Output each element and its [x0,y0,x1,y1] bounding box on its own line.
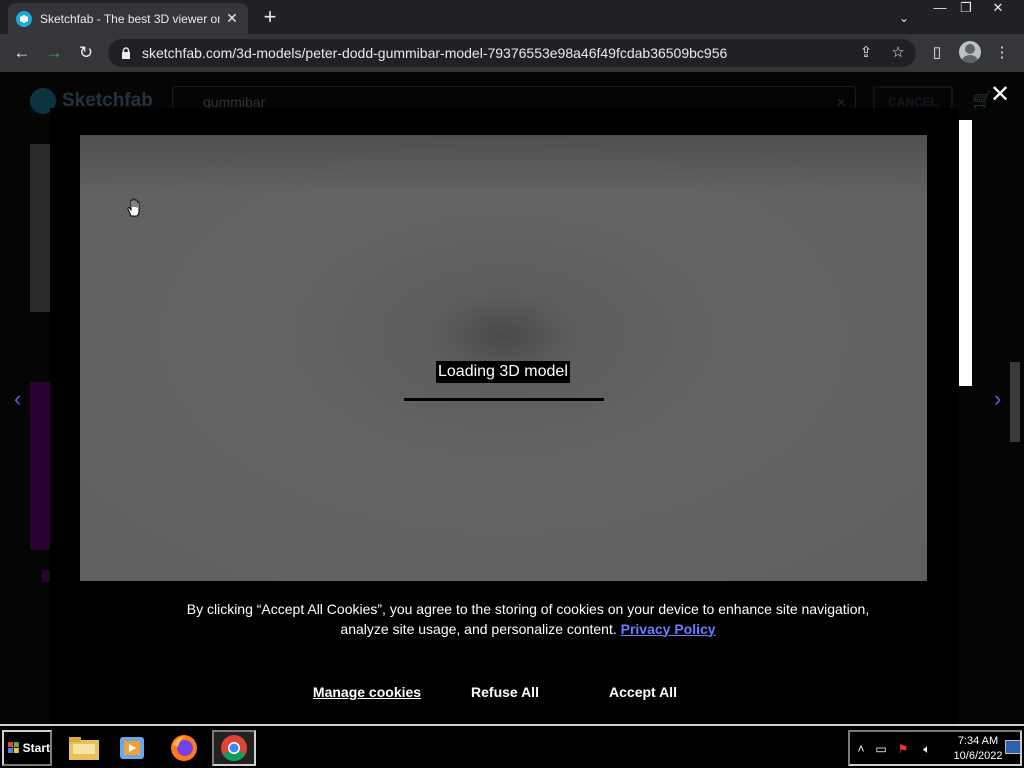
loading-label: Loading 3D model [436,361,570,383]
browser-menu-icon[interactable]: ⋮ [992,43,1012,63]
windows-logo-icon [8,742,19,753]
page-scrollbar[interactable] [1010,362,1020,442]
media-player-icon[interactable] [110,730,154,766]
modal-scrollbar[interactable] [959,120,972,386]
window-close-button[interactable]: ✕ [984,0,1012,18]
bookmark-star-icon[interactable]: ☆ [888,43,908,63]
start-button[interactable]: Start [2,730,52,766]
previous-model-icon[interactable]: ‹ [14,386,21,412]
viewer-gradient [80,135,927,195]
file-explorer-icon[interactable] [62,730,106,766]
loading-progress-bar [404,398,604,401]
browser-tab-strip: Sketchfab - The best 3D viewer on the we… [0,0,1024,34]
cookie-message-text: By clicking “Accept All Cookies”, you ag… [186,601,870,637]
thumbnail-strip [30,382,50,550]
address-bar[interactable]: sketchfab.com/3d-models/peter-dodd-gummi… [108,39,916,67]
system-tray: ˄ ▭ ⚑ 🔈︎ 7:34 AM 10/6/2022 [848,730,1022,766]
clock[interactable]: 7:34 AM 10/6/2022 [950,734,1006,764]
clock-date: 10/6/2022 [953,750,1003,762]
close-viewer-icon[interactable]: ✕ [989,83,1011,107]
refuse-all-button[interactable]: Refuse All [464,682,546,702]
forward-icon[interactable]: → [42,41,66,65]
browser-tab[interactable]: Sketchfab - The best 3D viewer on the we… [8,3,248,34]
tab-close-icon[interactable]: ✕ [224,10,240,27]
network-icon[interactable]: ▭ [874,742,888,756]
thumbnail-strip [30,144,50,312]
url-text: sketchfab.com/3d-models/peter-dodd-gummi… [142,45,728,61]
window-restore-button[interactable]: ❐ [952,0,980,18]
sketchfab-favicon-icon [16,10,32,27]
thumbnail-strip [42,570,50,582]
hand-cursor-icon [127,198,140,217]
chrome-icon[interactable] [212,730,256,766]
privacy-policy-link[interactable]: Privacy Policy [621,621,716,637]
new-tab-button[interactable]: + [258,6,282,30]
show-desktop-icon[interactable] [1005,740,1021,754]
volume-icon[interactable]: 🔈︎ [920,742,934,757]
clock-time: 7:34 AM [957,735,999,747]
firefox-icon[interactable] [162,730,206,766]
cookie-banner-message: By clicking “Accept All Cookies”, you ag… [180,600,876,639]
os-taskbar: Start ˄ ▭ ⚑ 🔈︎ 7:34 AM 10/6/2022 [0,724,1024,768]
back-icon[interactable]: ← [10,41,34,65]
manage-cookies-button[interactable]: Manage cookies [310,682,424,702]
lock-icon [122,47,130,59]
tab-search-icon[interactable]: ⌄ [894,8,914,28]
reload-icon[interactable]: ↻ [74,41,98,65]
tray-chevron-icon[interactable]: ˄ [854,742,868,756]
share-icon[interactable]: ⇪ [856,43,876,63]
next-model-icon[interactable]: › [994,386,1001,412]
profile-avatar[interactable] [959,41,981,63]
window-minimize-button[interactable]: — [926,0,954,18]
start-label: Start [22,741,50,755]
accept-all-button[interactable]: Accept All [598,682,688,702]
side-panel-icon[interactable]: ▯ [927,43,947,63]
tab-title: Sketchfab - The best 3D viewer on the we… [40,11,220,26]
3d-viewer-canvas[interactable] [80,135,927,581]
action-center-icon[interactable]: ⚑ [896,742,910,756]
